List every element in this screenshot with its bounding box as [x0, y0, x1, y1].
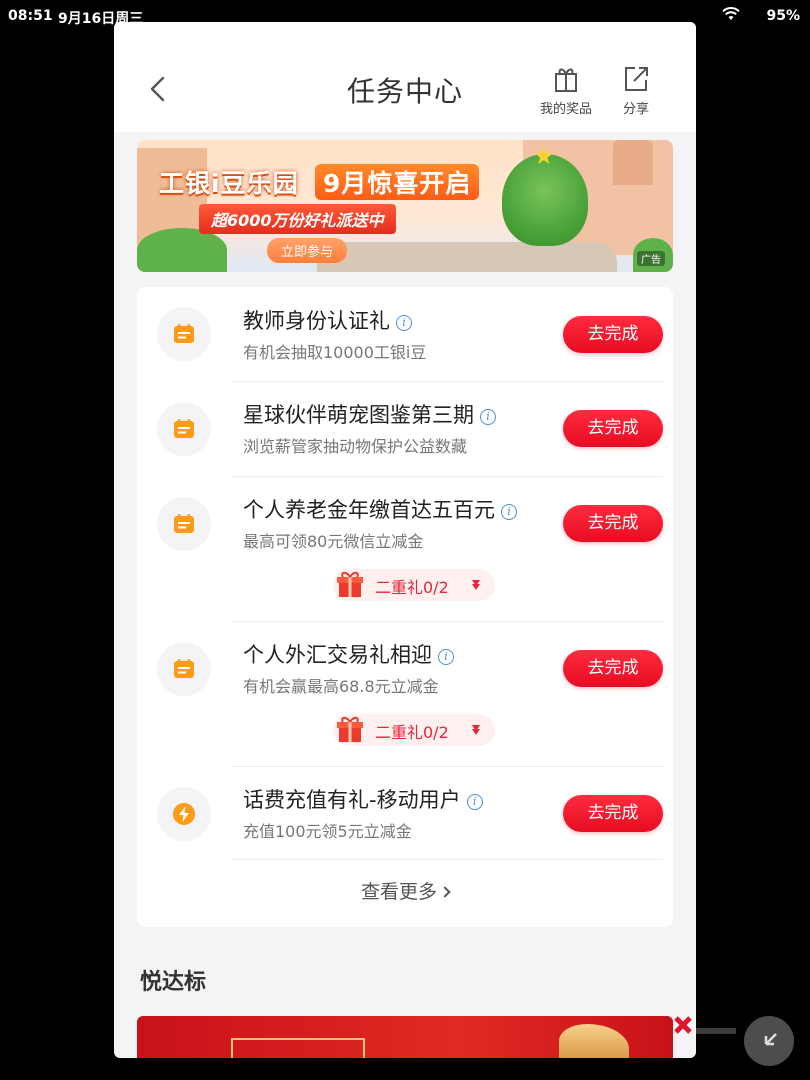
task-title: 个人养老金年缴首达五百元 i: [243, 494, 517, 524]
expand-arrow-icon: [472, 580, 480, 590]
task-title-text: 个人外汇交易礼相迎: [243, 643, 432, 667]
share-button[interactable]: 分享: [604, 64, 668, 120]
task-desc: 浏览薪管家抽动物保护公益数藏: [243, 437, 468, 456]
task-complete-button[interactable]: 去完成: [563, 795, 663, 832]
info-icon[interactable]: i: [501, 504, 517, 520]
divider: [231, 766, 663, 767]
task-desc: 充值100元领5元立减金: [243, 822, 412, 841]
bonus-label: 二重礼0/2: [375, 578, 449, 597]
calendar-icon: [174, 659, 194, 678]
my-prizes-label: 我的奖品: [539, 102, 592, 117]
task-list: 教师身份认证礼 i 有机会抽取10000工银i豆 去完成 星球伙伴萌宠图鉴第三期 i…: [137, 287, 673, 927]
banner-bush: [137, 228, 227, 272]
banner-title: 工银i豆乐园: [159, 169, 299, 198]
bonus-toggle[interactable]: 二重礼0/2: [333, 714, 495, 746]
task-desc: 有机会抽取10000工银i豆: [243, 343, 427, 362]
info-icon[interactable]: i: [480, 409, 496, 425]
banner-subtitle: 超6000万份好礼派送中: [199, 204, 396, 234]
banner-join-button[interactable]: 立即参与: [267, 238, 348, 263]
task-complete-button[interactable]: 去完成: [563, 316, 663, 353]
expand-arrow-icon: [472, 725, 480, 735]
task-complete-button[interactable]: 去完成: [563, 650, 663, 687]
info-icon[interactable]: i: [466, 794, 483, 810]
bottom-promo-banner[interactable]: [137, 1016, 673, 1058]
task-title-text: 教师身份认证礼: [243, 309, 390, 333]
star-icon: ★: [533, 142, 555, 170]
task-complete-button[interactable]: 去完成: [563, 505, 663, 542]
calendar-icon: [174, 419, 194, 438]
red-gift-icon: [337, 571, 363, 597]
task-title-text: 话费充值有礼-移动用户: [243, 788, 461, 812]
bonus-label: 二重礼0/2: [375, 723, 449, 742]
watermark-logo: [674, 1016, 736, 1034]
header: 任务中心 我的奖品 分享: [114, 22, 696, 132]
banner-month: 9月惊喜开启: [315, 164, 480, 200]
task-title: 星球伙伴萌宠图鉴第三期 i: [243, 399, 496, 429]
gift-icon: [555, 68, 577, 92]
section-title: 悦达标: [140, 970, 207, 995]
calendar-icon: [174, 324, 194, 343]
red-gift-icon: [337, 716, 363, 742]
task-icon-wrap: [157, 497, 211, 551]
battery-percent: 95%: [766, 8, 800, 24]
share-label: 分享: [622, 102, 649, 117]
app-window: 任务中心 我的奖品 分享 ★ 工银i豆乐园 9月惊喜开启 超6000万份好礼派送…: [114, 22, 696, 1058]
task-title-text: 个人养老金年缴首达五百元: [243, 498, 495, 522]
lightning-icon: [173, 803, 195, 825]
wifi-icon: [722, 7, 740, 20]
view-more-label: 查看更多: [360, 881, 437, 903]
task-complete-button[interactable]: 去完成: [563, 410, 663, 447]
view-more-link[interactable]: 查看更多: [137, 877, 673, 904]
divider: [231, 621, 663, 622]
task-icon-wrap: [157, 787, 211, 841]
share-icon: [625, 67, 648, 91]
task-title: 教师身份认证礼 i: [243, 305, 412, 335]
calendar-icon: [174, 514, 194, 533]
info-icon[interactable]: i: [396, 315, 412, 331]
collapse-icon: [764, 1033, 777, 1046]
ad-badge: 广告: [637, 251, 665, 266]
task-desc: 最高可领80元微信立减金: [243, 532, 424, 551]
info-icon[interactable]: i: [438, 649, 454, 665]
task-title: 话费充值有礼-移动用户 i: [243, 784, 483, 814]
divider: [231, 859, 663, 860]
my-prizes-button[interactable]: 我的奖品: [534, 64, 598, 120]
chevron-right-icon: [439, 886, 451, 898]
task-title-text: 星球伙伴萌宠图鉴第三期: [243, 403, 474, 427]
bonus-toggle[interactable]: 二重礼0/2: [333, 569, 495, 601]
task-icon-wrap: [157, 642, 211, 696]
horse-illustration: [559, 1024, 629, 1058]
status-time: 08:51: [8, 8, 53, 24]
banner-road: [317, 242, 617, 272]
divider: [231, 476, 663, 477]
banner-frame: [231, 1038, 365, 1058]
task-desc: 有机会赢最高68.8元立减金: [243, 677, 439, 696]
minimize-button[interactable]: [744, 1016, 794, 1066]
task-icon-wrap: [157, 307, 211, 361]
task-icon-wrap: [157, 402, 211, 456]
promo-banner[interactable]: ★ 工银i豆乐园 9月惊喜开启 超6000万份好礼派送中 立即参与 广告: [137, 140, 673, 272]
task-title: 个人外汇交易礼相迎 i: [243, 639, 454, 669]
banner-clock-tower: [613, 140, 653, 185]
divider: [231, 381, 663, 382]
